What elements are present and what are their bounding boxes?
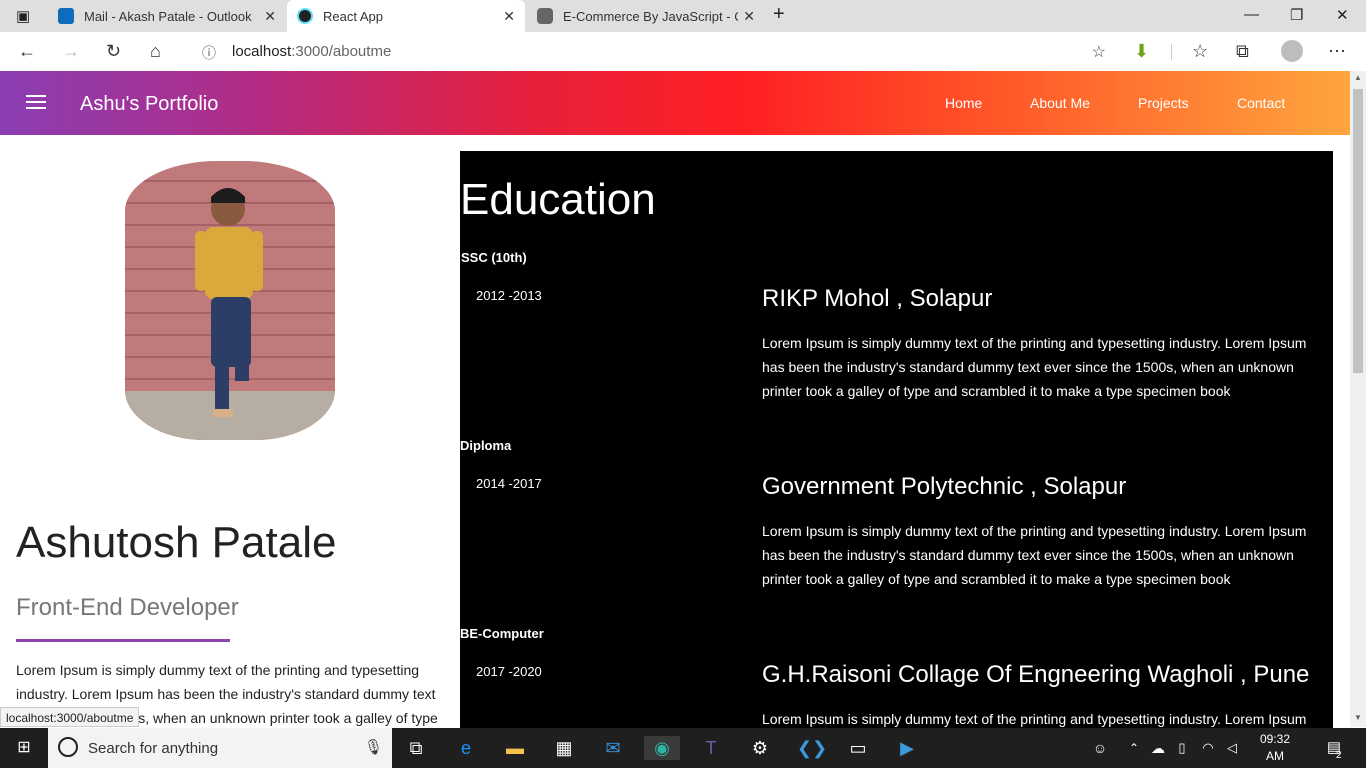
url-host: localhost (232, 43, 292, 60)
media-player-icon[interactable]: ▶ (895, 736, 919, 760)
edge-icon[interactable]: ◉ (644, 736, 680, 760)
edge-legacy-icon[interactable]: e (454, 736, 478, 760)
info-icon[interactable]: ⓘ (202, 43, 216, 63)
maximize-icon[interactable]: ❐ (1290, 6, 1303, 24)
institute-description: Lorem Ipsum is simply dummy text of the … (762, 523, 1307, 587)
home-icon[interactable]: ⌂ (150, 41, 161, 62)
status-url-tooltip: localhost:3000/aboutme (0, 707, 140, 727)
battery-icon[interactable]: ▯ (1170, 736, 1194, 760)
close-tab-icon[interactable]: ✕ (743, 8, 755, 25)
volume-icon[interactable]: ◁ (1220, 736, 1244, 760)
minimize-icon[interactable]: — (1244, 6, 1259, 23)
accent-divider (16, 639, 230, 642)
profile-name: Ashutosh Patale (16, 518, 337, 567)
favorites-icon[interactable]: ☆ (1192, 41, 1208, 62)
collections-icon[interactable]: ⧉ (1236, 41, 1249, 62)
education-panel: Education SSC (10th) 2012 -2013 RIKP Moh… (460, 151, 1333, 751)
nav-home[interactable]: Home (945, 95, 982, 111)
toolbar-divider (1171, 44, 1172, 60)
close-tab-icon[interactable]: ✕ (503, 8, 515, 25)
education-title: Education (460, 175, 656, 224)
outlook-icon (58, 8, 74, 24)
app-bar: Ashu's Portfolio Home About Me Projects … (0, 71, 1350, 135)
wifi-icon[interactable]: ◠ (1196, 736, 1220, 760)
scrollbar-thumb[interactable] (1353, 89, 1363, 373)
cortana-icon (58, 737, 78, 757)
profile-avatar[interactable] (1281, 40, 1303, 62)
degree-label: Diploma (460, 438, 512, 453)
taskbar-search[interactable]: Search for anything 🎙 (48, 728, 392, 768)
nav-contact[interactable]: Contact (1237, 95, 1285, 111)
degree-label: SSC (10th) (461, 250, 527, 265)
codepen-icon (537, 8, 553, 24)
download-icon[interactable]: ⬇ (1134, 41, 1149, 62)
taskbar: ⊞ Search for anything 🎙 ⧉ e ▬ ▦ ✉ ◉ T ⚙ … (0, 728, 1366, 780)
tab-react-app[interactable]: React App ✕ (287, 0, 525, 32)
menu-icon[interactable] (26, 95, 46, 111)
close-tab-icon[interactable]: ✕ (264, 8, 276, 25)
nav-projects[interactable]: Projects (1138, 95, 1189, 111)
add-favorite-icon[interactable]: ☆ (1092, 42, 1106, 62)
profile-role: Front-End Developer (16, 594, 239, 621)
url-path: :3000/aboutme (291, 43, 392, 60)
microphone-icon[interactable]: 🎙 (364, 738, 383, 756)
institute-description: Lorem Ipsum is simply dummy text of the … (762, 335, 1307, 399)
back-icon[interactable]: ← (18, 41, 36, 62)
notification-count: 2 (1336, 750, 1342, 761)
address-bar[interactable]: ⓘ localhost:3000/aboutme ☆ (188, 37, 1120, 67)
more-icon[interactable]: ⋯ (1328, 41, 1346, 62)
vscode-icon[interactable]: ❮❯ (797, 736, 827, 760)
people-icon[interactable]: ☺ (1088, 736, 1112, 760)
mail-icon[interactable]: ✉ (601, 736, 625, 760)
scroll-down-icon[interactable]: ▼ (1354, 713, 1362, 722)
institute-name: G.H.Raisoni Collage Of Engneering Waghol… (762, 661, 1310, 688)
brand-title[interactable]: Ashu's Portfolio (80, 93, 218, 116)
forward-icon[interactable]: → (62, 41, 80, 62)
clock-time: 09:32 AM (1259, 732, 1291, 763)
nav-about-me[interactable]: About Me (1030, 95, 1090, 111)
tab-label: Mail - Akash Patale - Outlook (84, 8, 252, 24)
tab-label: React App (323, 8, 383, 24)
profile-photo (125, 161, 335, 440)
institute-name: Government Polytechnic , Solapur (762, 473, 1127, 500)
show-hidden-icons[interactable]: ⌃ (1122, 736, 1146, 760)
degree-years: 2012 -2013 (476, 288, 542, 303)
windows-start-icon[interactable]: ⊞ (12, 736, 36, 760)
store-icon[interactable]: ▦ (552, 736, 576, 760)
institute-name: RIKP Mohol , Solapur (762, 285, 993, 312)
task-view-icon[interactable]: ⧉ (404, 736, 428, 760)
browser-tab-strip: ▣ Mail - Akash Patale - Outlook ✕ React … (0, 0, 1366, 32)
page-scrollbar[interactable]: ▲ ▼ (1350, 71, 1366, 727)
file-explorer-icon[interactable]: ▬ (503, 736, 527, 760)
url-text[interactable]: localhost:3000/aboutme (232, 43, 391, 60)
refresh-icon[interactable]: ↻ (106, 41, 121, 62)
address-bar-row: ← → ↻ ⌂ ⓘ localhost:3000/aboutme ☆ ⬇ ☆ ⧉… (0, 32, 1366, 72)
tab-outlook[interactable]: Mail - Akash Patale - Outlook ✕ (48, 0, 286, 32)
tab-actions-icon[interactable]: ▣ (16, 7, 30, 25)
scroll-up-icon[interactable]: ▲ (1354, 73, 1362, 82)
system-clock[interactable]: 09:32 AM 17/05/2021 (1250, 731, 1310, 782)
tab-label: E-Commerce By JavaScript - Cod (563, 8, 738, 24)
degree-label: BE-Computer (460, 626, 544, 641)
search-placeholder: Search for anything (88, 740, 219, 757)
settings-icon[interactable]: ⚙ (748, 736, 772, 760)
notifications-icon[interactable]: ▤ (1322, 736, 1346, 760)
tab-ecommerce[interactable]: E-Commerce By JavaScript - Cod ✕ (527, 0, 765, 32)
degree-years: 2014 -2017 (476, 476, 542, 491)
onedrive-icon[interactable]: ☁ (1146, 736, 1170, 760)
degree-years: 2017 -2020 (476, 664, 542, 679)
close-window-icon[interactable]: ✕ (1336, 6, 1349, 24)
teams-icon[interactable]: T (699, 736, 723, 760)
terminal-icon[interactable]: ▭ (846, 736, 870, 760)
new-tab-icon[interactable]: + (773, 3, 785, 26)
react-icon (297, 8, 313, 24)
